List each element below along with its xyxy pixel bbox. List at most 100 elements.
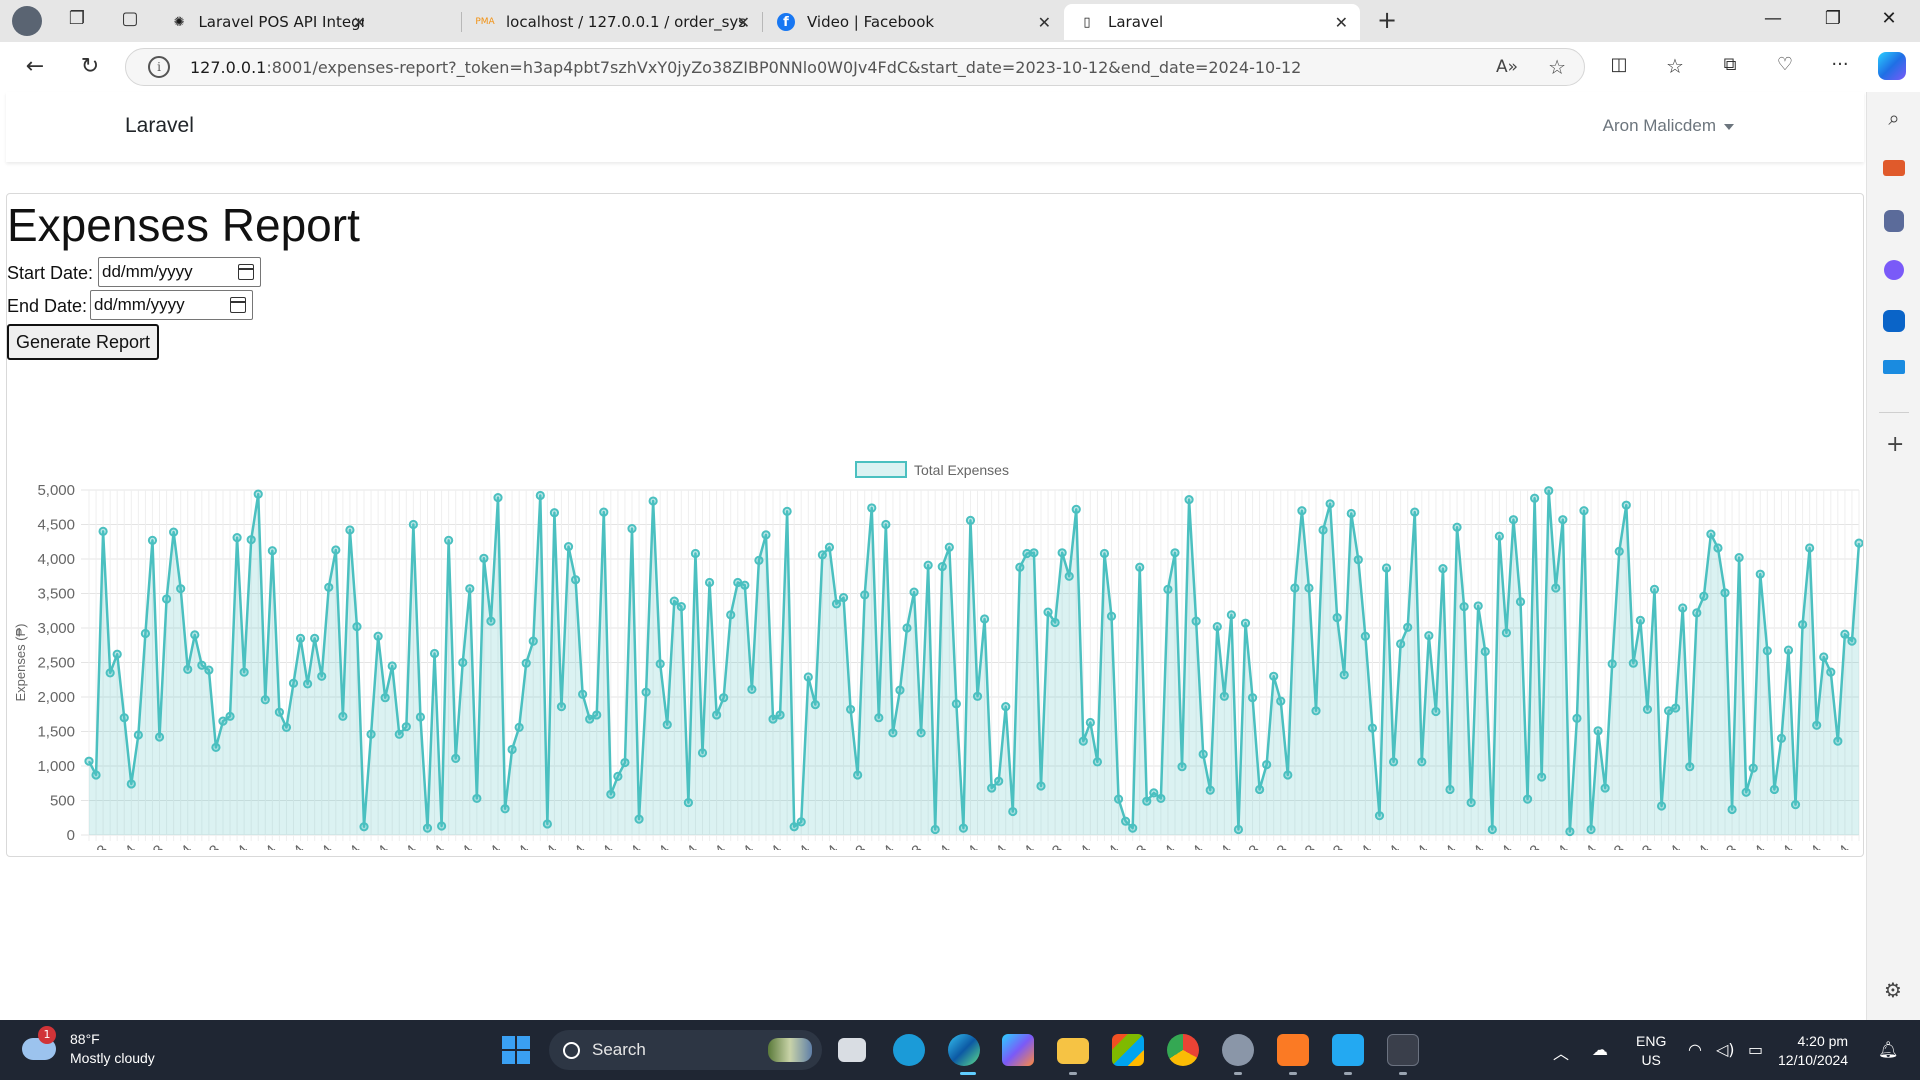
data-point xyxy=(211,742,221,752)
notification-bell-icon[interactable]: 🔔︎ xyxy=(1878,1040,1898,1059)
edge-icon[interactable] xyxy=(948,1034,980,1066)
close-icon[interactable]: ✕ xyxy=(353,13,366,32)
close-icon[interactable]: ✕ xyxy=(1335,13,1348,32)
more-menu-icon[interactable]: ··· xyxy=(1825,54,1855,75)
send-icon[interactable] xyxy=(1883,360,1905,374)
volume-icon[interactable]: ◁) xyxy=(1716,1040,1735,1059)
back-icon[interactable]: ← xyxy=(20,54,50,79)
file-explorer-icon[interactable] xyxy=(1057,1038,1089,1064)
tab-actions-icon[interactable]: ▢ xyxy=(115,8,145,29)
copilot-icon[interactable] xyxy=(1878,52,1906,80)
collections-icon[interactable]: ⧉ xyxy=(1715,54,1745,75)
data-point xyxy=(303,679,313,689)
x-tick-label: 8/25/2024 xyxy=(1176,842,1235,850)
copilot-taskbar-icon[interactable] xyxy=(1002,1034,1034,1066)
data-point xyxy=(352,622,362,632)
language-indicator[interactable]: ENG US xyxy=(1636,1032,1666,1070)
refresh-icon[interactable]: ↻ xyxy=(75,54,105,79)
data-point xyxy=(1776,733,1787,743)
games-icon[interactable] xyxy=(1884,210,1904,232)
data-point xyxy=(436,821,447,831)
tab-laravel[interactable]: ▯ Laravel ✕ xyxy=(1064,4,1360,40)
end-date-input[interactable]: dd/mm/yyyy xyxy=(90,290,253,320)
microsoft-store-icon[interactable] xyxy=(1112,1034,1144,1066)
windows-start-icon[interactable] xyxy=(502,1036,530,1064)
data-point xyxy=(796,817,806,827)
x-tick-label: 6/15/2024 xyxy=(1064,842,1123,850)
data-point xyxy=(1431,706,1441,717)
tab-facebook[interactable]: f Video | Facebook ✕ xyxy=(763,4,1063,40)
start-date-label: Start Date: xyxy=(7,263,94,283)
settings-icon[interactable] xyxy=(1222,1034,1254,1066)
y-tick-label: 0 xyxy=(67,827,75,844)
data-point xyxy=(465,584,475,594)
system-clock[interactable]: 4:20 pm 12/10/2024 xyxy=(1778,1032,1848,1070)
close-icon[interactable]: ✕ xyxy=(1038,13,1051,32)
data-point xyxy=(274,707,284,717)
tab-phpmyadmin[interactable]: PMA localhost / 127.0.0.1 / order_sys / … xyxy=(462,4,762,40)
start-date-input[interactable]: dd/mm/yyyy xyxy=(98,257,261,287)
workspaces-icon[interactable]: ❐ xyxy=(62,8,92,29)
canva-icon[interactable] xyxy=(893,1034,925,1066)
favorites-icon[interactable]: ☆ xyxy=(1660,54,1690,78)
add-icon[interactable]: + xyxy=(1886,432,1904,457)
data-point xyxy=(697,748,708,758)
data-point xyxy=(803,672,813,682)
generate-report-button[interactable]: Generate Report xyxy=(7,324,159,360)
browser-essentials-icon[interactable]: ♡ xyxy=(1770,54,1800,75)
user-dropdown[interactable]: Aron Malicdem xyxy=(1603,116,1734,136)
search-icon[interactable]: ⌕ xyxy=(1881,106,1907,132)
close-icon[interactable]: ✕ xyxy=(737,13,750,32)
calendar-icon[interactable] xyxy=(238,264,254,280)
weather-widget[interactable]: 1 88°F Mostly cloudy xyxy=(22,1026,155,1068)
minimize-icon[interactable]: — xyxy=(1750,8,1796,29)
tab-laravel-pos[interactable]: ✺ Laravel POS API Integration ✕ xyxy=(158,4,378,40)
outlook-icon[interactable] xyxy=(1883,310,1905,332)
data-point xyxy=(704,577,715,588)
weather-desc: Mostly cloudy xyxy=(70,1050,155,1066)
data-point xyxy=(387,661,397,671)
split-screen-icon[interactable]: ◫ xyxy=(1604,54,1634,75)
x-tick-label: 10/9/2024 xyxy=(727,842,786,850)
vscode-icon[interactable] xyxy=(1332,1034,1364,1066)
data-point xyxy=(937,561,947,572)
url-text[interactable]: 127.0.0.1:8001/expenses-report?_token=h3… xyxy=(190,58,1301,77)
profile-avatar-icon[interactable] xyxy=(12,6,42,36)
xampp-icon[interactable] xyxy=(1277,1034,1309,1066)
window-close-icon[interactable]: ✕ xyxy=(1866,8,1912,29)
chevron-up-icon[interactable]: ︿ xyxy=(1553,1040,1569,1064)
copilot-app-icon[interactable] xyxy=(1884,260,1904,280)
data-point xyxy=(1530,493,1540,503)
data-point xyxy=(500,804,510,814)
x-tick-label: 1/25/2024 xyxy=(277,842,336,850)
x-tick-label: 8/12/2024 xyxy=(1513,842,1572,850)
favorite-star-icon[interactable]: ☆ xyxy=(1548,55,1566,79)
data-point xyxy=(1473,601,1483,611)
legend-label: Total Expenses xyxy=(914,462,1009,478)
address-bar[interactable]: i 127.0.0.1:8001/expenses-report?_token=… xyxy=(125,48,1585,86)
data-point xyxy=(972,691,983,701)
site-info-icon[interactable]: i xyxy=(148,56,170,78)
data-point xyxy=(147,535,158,545)
wifi-icon[interactable]: ◠ xyxy=(1688,1040,1702,1059)
settings-gear-icon[interactable]: ⚙ xyxy=(1884,978,1902,1002)
data-point xyxy=(613,771,623,781)
data-point xyxy=(768,714,778,724)
navbar-brand[interactable]: Laravel xyxy=(125,114,194,138)
new-tab-icon[interactable]: + xyxy=(1372,6,1402,34)
tools-icon[interactable] xyxy=(1883,160,1905,176)
data-point xyxy=(1269,671,1279,681)
onedrive-cloud-icon[interactable]: ☁ xyxy=(1592,1040,1608,1059)
task-view-icon[interactable] xyxy=(838,1038,866,1062)
terminal-icon[interactable] xyxy=(1387,1034,1419,1066)
data-point xyxy=(324,582,334,592)
read-aloud-icon[interactable]: A» xyxy=(1496,57,1518,77)
taskbar-search[interactable]: Search xyxy=(549,1030,822,1070)
data-point xyxy=(1522,794,1533,804)
x-tick-label: 5/21/2024 xyxy=(221,842,280,850)
battery-icon[interactable]: ▭ xyxy=(1748,1040,1763,1059)
calendar-icon[interactable] xyxy=(230,297,246,313)
google-chrome-icon[interactable] xyxy=(1167,1034,1199,1066)
search-icon xyxy=(563,1041,580,1059)
restore-icon[interactable]: ❐ xyxy=(1810,8,1856,29)
